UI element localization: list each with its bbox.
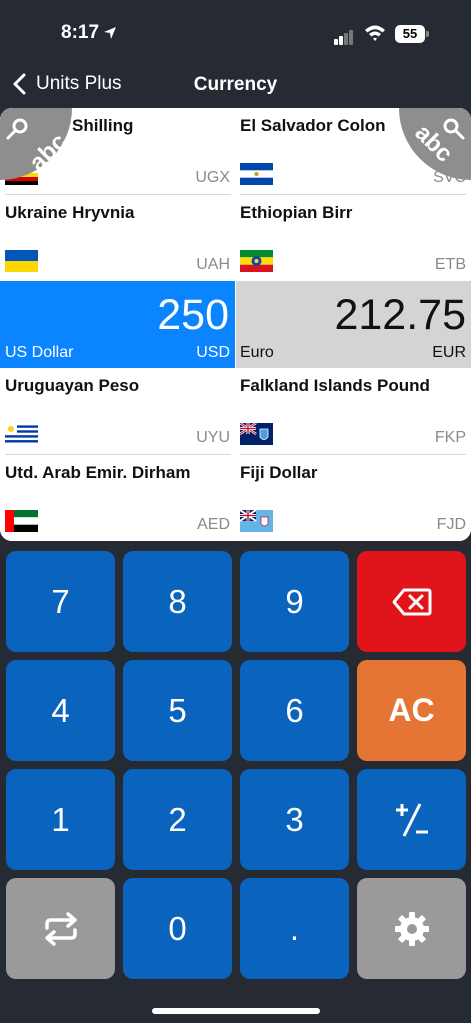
currency-name: Shilling (72, 116, 134, 135)
currency-name: Utd. Arab Emir. Dirham (5, 463, 191, 482)
key-8[interactable]: 8 (123, 551, 232, 652)
settings-button[interactable] (357, 878, 466, 979)
currency-code: ETB (434, 256, 466, 273)
currency-cell-uah[interactable]: Ukraine Hryvnia UAH (0, 195, 235, 282)
to-currency-name: Euro (240, 344, 274, 361)
cellular-signal-icon (334, 27, 354, 45)
currency-name: Falkland Islands Pound (240, 376, 430, 395)
swap-button[interactable] (6, 878, 115, 979)
clear-button[interactable]: AC (357, 660, 466, 761)
status-time: 8:17 (61, 22, 100, 43)
currency-cell-uyu[interactable]: Uruguayan Peso UYU (0, 368, 235, 455)
uae-flag-icon (5, 510, 38, 532)
currency-name: Ukraine Hryvnia (5, 203, 135, 222)
currency-cell-aed[interactable]: Utd. Arab Emir. Dirham AED (0, 455, 235, 541)
currency-name: Fiji Dollar (240, 463, 318, 482)
to-currency-code: EUR (432, 344, 466, 361)
fiji-flag-icon (240, 510, 273, 532)
wifi-icon (365, 25, 385, 41)
key-1[interactable]: 1 (6, 769, 115, 870)
to-currency-eur[interactable]: 212.75 Euro EUR (236, 281, 471, 368)
currency-cell-etb[interactable]: Ethiopian Birr ETB (236, 195, 471, 282)
key-4[interactable]: 4 (6, 660, 115, 761)
currency-cell-fkp[interactable]: Falkland Islands Pound FKP (236, 368, 471, 455)
key-6[interactable]: 6 (240, 660, 349, 761)
currency-code: UGX (195, 169, 230, 186)
page-title: Currency (193, 74, 278, 95)
key-0[interactable]: 0 (123, 878, 232, 979)
decimal-button[interactable]: . (240, 878, 349, 979)
ukraine-flag-icon (5, 250, 38, 272)
gear-icon (394, 911, 429, 946)
from-currency-name: US Dollar (5, 344, 74, 361)
key-7[interactable]: 7 (6, 551, 115, 652)
plus-minus-icon (395, 802, 428, 837)
currency-code: FKP (434, 429, 466, 446)
ethiopia-flag-icon (240, 250, 273, 272)
falkland-flag-icon (240, 423, 273, 445)
delete-button[interactable] (357, 551, 466, 652)
currency-list: Shilling UGX El Salvador Colon SVC Ukrai… (0, 108, 471, 541)
key-5[interactable]: 5 (123, 660, 232, 761)
currency-code: UYU (196, 429, 230, 446)
from-currency-code: USD (196, 344, 230, 361)
from-currency-usd[interactable]: 250 US Dollar USD (0, 281, 235, 368)
battery-icon: 55 (395, 25, 425, 43)
search-badge-left[interactable]: abc (0, 108, 72, 180)
key-9[interactable]: 9 (240, 551, 349, 652)
status-bar: 8:17 55 (0, 0, 471, 60)
currency-code: AED (197, 516, 230, 533)
currency-code: UAH (196, 256, 230, 273)
currency-cell-fjd[interactable]: Fiji Dollar FJD (236, 455, 471, 541)
el-salvador-flag-icon (240, 163, 273, 185)
currency-name: Uruguayan Peso (5, 376, 140, 395)
currency-code: FJD (436, 516, 466, 533)
to-value: 212.75 (334, 291, 466, 339)
from-value: 250 (157, 291, 229, 339)
battery-tip (426, 31, 429, 37)
location-arrow-icon (104, 27, 116, 39)
navigation-bar: Units Plus Currency (0, 60, 471, 106)
key-3[interactable]: 3 (240, 769, 349, 870)
uruguay-flag-icon (5, 423, 38, 445)
plus-minus-button[interactable] (357, 769, 466, 870)
currency-name: El Salvador Colon (240, 116, 386, 135)
currency-name: Ethiopian Birr (240, 203, 353, 222)
backspace-icon (392, 588, 431, 615)
home-indicator[interactable] (152, 1008, 320, 1014)
swap-arrows-icon (44, 911, 77, 946)
search-badge-right[interactable]: abc (399, 108, 471, 180)
key-2[interactable]: 2 (123, 769, 232, 870)
